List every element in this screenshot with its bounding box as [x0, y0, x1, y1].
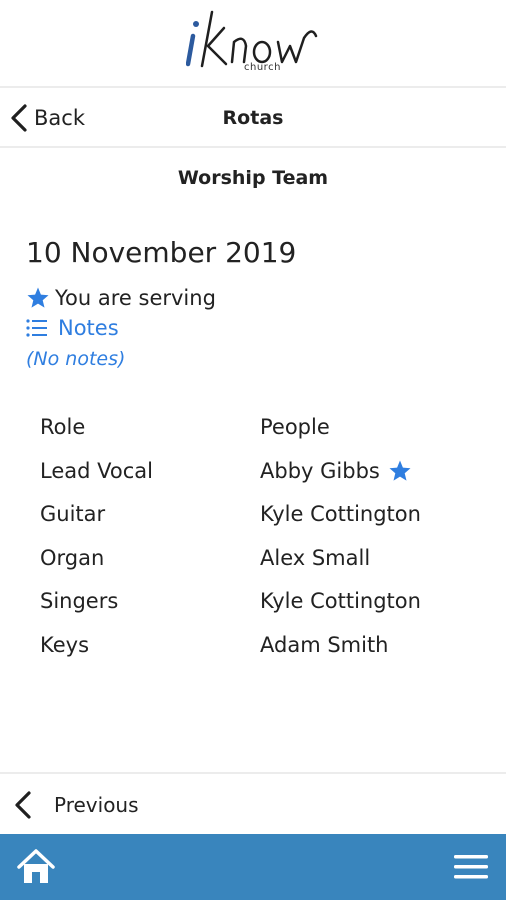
person-name: Abby Gibbs	[260, 458, 380, 483]
table-row: Keys Adam Smith	[40, 633, 480, 677]
serving-text: You are serving	[55, 286, 216, 310]
table-row: Singers Kyle Cottington	[40, 589, 480, 633]
person-name: Alex Small	[260, 545, 371, 570]
bottom-tab-bar	[0, 834, 506, 900]
navigation-bar: Back Rotas	[0, 90, 506, 148]
team-name: Worship Team	[177, 167, 329, 189]
previous-button[interactable]: Previous	[12, 788, 139, 822]
pager-bar: Previous	[0, 772, 506, 834]
role-cell: Guitar	[40, 502, 106, 526]
rota-table: Role People Lead Vocal Abby Gibbs Guitar…	[40, 415, 480, 676]
table-header-row: Role People	[40, 415, 480, 459]
people-column-header-label: People	[260, 415, 330, 439]
no-notes-text: (No notes)	[26, 348, 126, 370]
star-icon	[389, 460, 411, 481]
people-column-header: People	[260, 415, 330, 439]
notes-link[interactable]: Notes	[26, 316, 119, 340]
notes-label: Notes	[58, 316, 119, 340]
person-cell: Kyle Cottington	[260, 589, 421, 613]
role-column-header: Role	[40, 415, 86, 439]
person-cell: Kyle Cottington	[260, 502, 421, 526]
previous-label: Previous	[54, 793, 139, 817]
hamburger-menu-icon[interactable]	[452, 852, 490, 882]
chevron-left-icon	[15, 791, 31, 819]
list-icon	[26, 319, 47, 337]
person-name: Kyle Cottington	[260, 502, 421, 526]
table-row: Organ Alex Small	[40, 546, 480, 590]
role-cell: Organ	[40, 545, 105, 570]
logo-header: church	[0, 0, 506, 88]
role-cell: Lead Vocal	[40, 458, 153, 483]
star-icon	[27, 287, 49, 308]
serving-status: You are serving	[26, 286, 216, 310]
home-icon[interactable]	[16, 848, 56, 886]
logo-subtext: church	[244, 62, 281, 73]
role-cell: Singers	[40, 589, 119, 613]
person-cell: Alex Small	[260, 546, 370, 570]
person-cell: Abby Gibbs	[260, 459, 412, 483]
person-cell: Adam Smith	[260, 633, 389, 657]
person-name: Adam Smith	[260, 632, 389, 657]
role-cell: Keys	[40, 632, 90, 657]
table-row: Lead Vocal Abby Gibbs	[40, 459, 480, 503]
table-row: Guitar Kyle Cottington	[40, 502, 480, 546]
page-title: Rotas	[222, 107, 284, 129]
rota-date: 10 November 2019	[26, 236, 297, 269]
person-name: Kyle Cottington	[260, 589, 421, 613]
